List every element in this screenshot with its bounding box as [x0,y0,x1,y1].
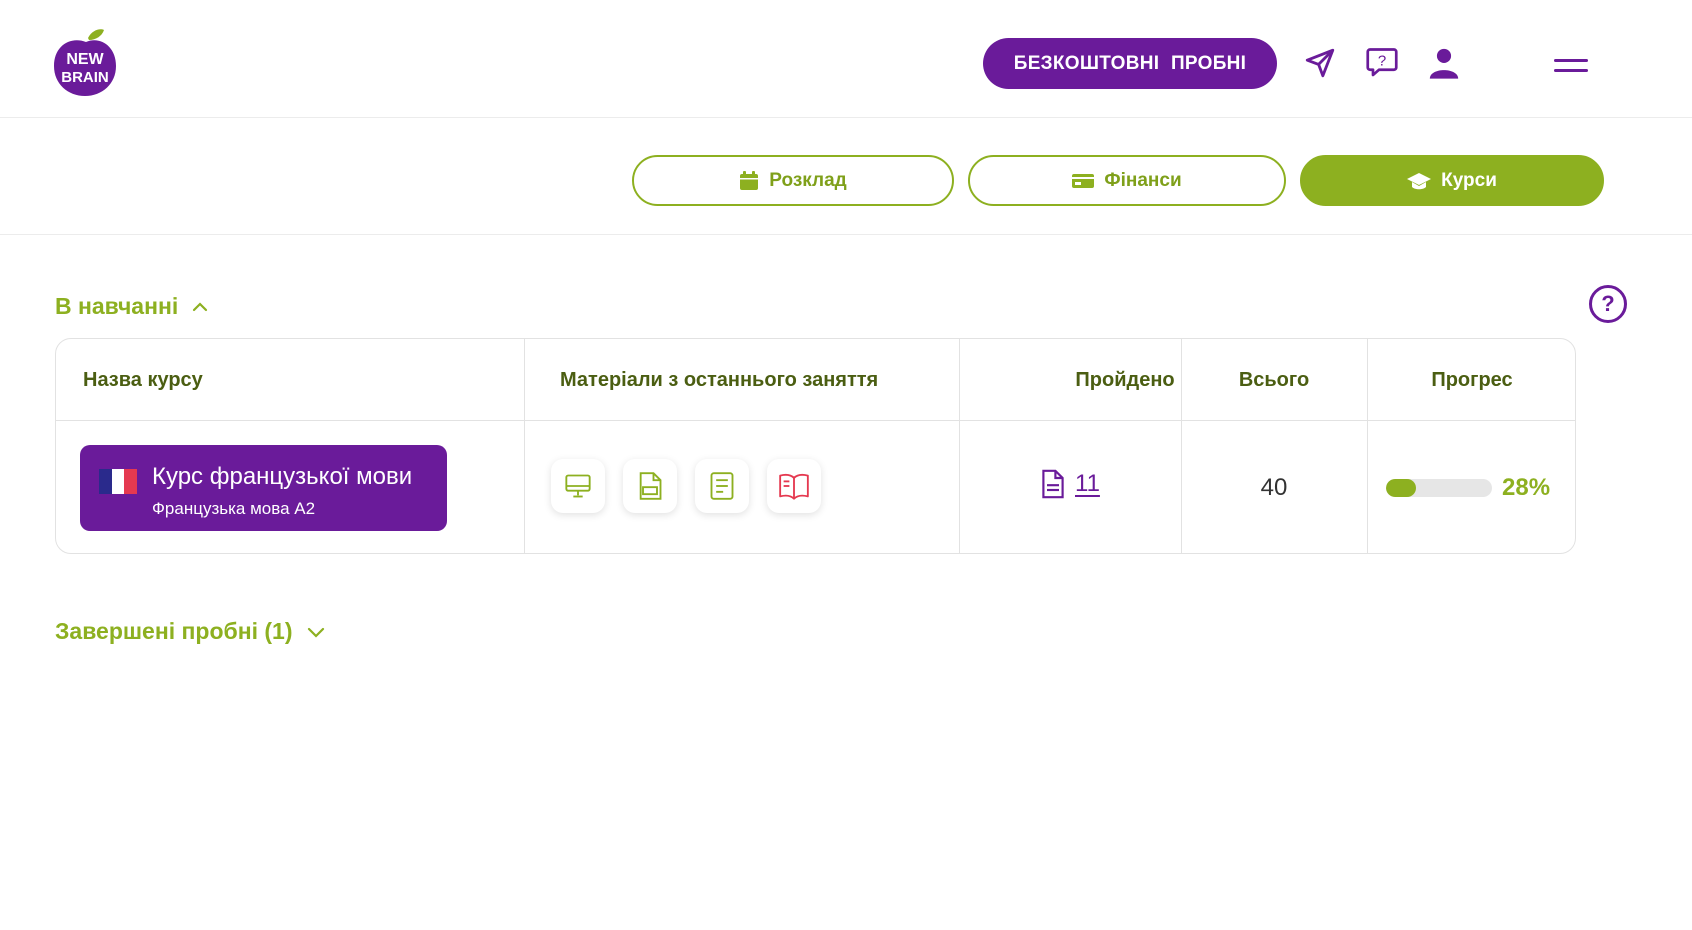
pdf-icon [639,472,662,500]
courses-table: Назва курсу Матеріали з останнього занят… [55,338,1576,554]
course-title: Курс французької мови [152,463,413,490]
user-icon[interactable] [1425,44,1463,82]
column-total: Всього [1238,368,1310,391]
pdf-material-button[interactable] [623,459,677,513]
in-progress-title: В навчанні [55,293,179,319]
total-lessons: 40 [1260,474,1288,501]
calendar-icon [740,170,759,190]
passed-lessons: 11 [1041,469,1100,499]
send-icon[interactable] [1301,44,1339,82]
help-icon[interactable]: ? [1589,285,1627,323]
document-icon [710,472,734,500]
menu-icon[interactable] [1554,56,1588,76]
book-material-button[interactable] [767,459,821,513]
tab-courses[interactable]: Курси [1300,155,1604,206]
presentation-material-button[interactable] [551,459,605,513]
free-trials-button[interactable]: БЕЗКОШТОВНІ ПРОБНІ [983,38,1277,89]
table-header: Назва курсу Матеріали з останнього занят… [56,339,1575,421]
tab-finance[interactable]: Фінанси [968,155,1286,206]
chat-help-icon[interactable]: ? [1363,44,1401,82]
chevron-up-icon [193,301,208,311]
passed-lessons-link[interactable]: 11 [1075,470,1100,498]
presentation-icon [565,474,591,498]
completed-trials-toggle[interactable]: Завершені пробні (1) [55,618,325,645]
document-material-button[interactable] [695,459,749,513]
column-materials: Матеріали з останнього заняття [560,368,879,391]
finance-icon [1072,173,1095,188]
newbrain-logo[interactable]: NEW BRAIN [52,28,118,98]
progress-bar-fill [1386,479,1416,497]
tab-finance-label: Фінанси [1104,169,1182,191]
section-tabs: Розклад Фінанси Курси [0,118,1692,235]
tab-courses-label: Курси [1441,169,1497,191]
top-header: NEW BRAIN БЕЗКОШТОВНІ ПРОБНІ ? [0,0,1692,118]
svg-text:?: ? [1378,52,1386,69]
course-subtitle: Французька мова А2 [152,499,316,518]
chevron-down-icon [307,627,324,638]
document-icon [1042,469,1064,499]
completed-trials-title: Завершені пробні (1) [55,618,293,644]
svg-text:BRAIN: BRAIN [61,69,109,86]
svg-text:NEW: NEW [66,51,104,68]
course-card[interactable]: Курс французької мови Французька мова А2 [80,445,447,531]
progress-percent: 28% [1502,474,1551,501]
tab-schedule[interactable]: Розклад [632,155,954,206]
progress-bar [1386,479,1492,497]
tab-schedule-label: Розклад [769,169,847,191]
column-progress: Прогрес [1431,368,1513,391]
book-icon [779,474,809,500]
in-progress-toggle[interactable]: В навчанні [55,293,208,320]
france-flag-icon [99,469,138,494]
column-course-name: Назва курсу [83,368,203,391]
graduation-cap-icon [1407,172,1432,189]
